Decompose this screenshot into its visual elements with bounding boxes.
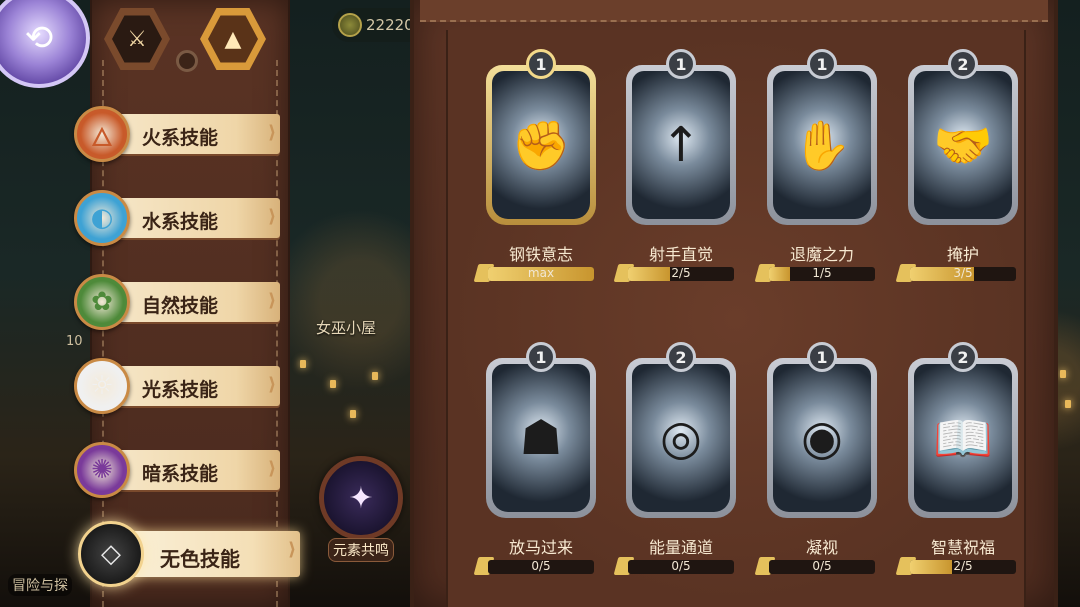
skill-panel: ✊ 1 钢铁意志 max ↑ 1 射手直觉 2/5 ✋ 1 退魔之力 1/5 🤝 2 掩护 3/5 ☗ 1 放马过来… [410, 0, 1058, 607]
resonance-label: 元素共鸣 [328, 538, 394, 562]
skill-art-icon: ✊ [492, 71, 590, 219]
element-tab-button[interactable]: ▲ [200, 7, 266, 71]
skill-name: 凝视 [805, 538, 838, 557]
skill-art-icon: ✋ [773, 71, 871, 219]
tab-separator [176, 50, 198, 72]
skill-card[interactable]: ↑ 1 射手直觉 2/5 [613, 45, 746, 285]
skill-card[interactable]: ◎ 2 能量通道 0/5 [613, 338, 746, 578]
category-label: 火系技能 [142, 127, 219, 149]
card-frame: ✋ [767, 65, 877, 225]
level-badge: 1 [666, 49, 696, 79]
progress-text: 0/5 [531, 560, 551, 573]
panel-top-bar [420, 0, 1048, 22]
skill-name: 钢铁意志 [508, 245, 573, 264]
category-icon: 🜂 [74, 106, 130, 162]
level-badge: 1 [526, 49, 556, 79]
category-icon: ◇ [78, 521, 144, 587]
card-frame: ↑ [626, 65, 736, 225]
map-count: 10 [66, 334, 83, 349]
skill-progress-bar: 1/5 [769, 267, 875, 281]
skill-card[interactable]: ✊ 1 钢铁意志 max [473, 45, 606, 285]
skill-art-icon: ↑ [632, 71, 730, 219]
resonance-icon: ✦ [319, 456, 403, 540]
progress-text: 2/5 [671, 267, 691, 280]
back-arrow-icon: ⟲ [24, 18, 54, 58]
skill-name: 退魔之力 [789, 245, 854, 264]
level-badge: 2 [948, 49, 978, 79]
skill-category-2[interactable]: 水系技能 ◐ [70, 188, 285, 248]
skill-art-icon: ◉ [773, 364, 871, 512]
level-badge: 2 [666, 342, 696, 372]
skill-art-icon: ☗ [492, 364, 590, 512]
skill-grid: ✊ 1 钢铁意志 max ↑ 1 射手直觉 2/5 ✋ 1 退魔之力 1/5 🤝 2 掩护 3/5 ☗ 1 放马过来… [446, 30, 1026, 607]
top-tabs: ⚔ ▲ [104, 6, 284, 72]
skill-art-icon: 📖 [914, 364, 1012, 512]
progress-text: 3/5 [953, 267, 973, 280]
category-label: 水系技能 [142, 211, 219, 233]
skill-card[interactable]: ☗ 1 放马过来 0/5 [473, 338, 606, 578]
card-frame: ✊ [486, 65, 596, 225]
card-frame: ☗ [486, 358, 596, 518]
skill-progress-bar: 2/5 [628, 267, 734, 281]
skill-progress-bar: 2/5 [910, 560, 1016, 574]
category-icon: ☼ [74, 358, 130, 414]
category-icon: ◐ [74, 190, 130, 246]
level-badge: 1 [807, 49, 837, 79]
progress-text: 2/5 [953, 560, 973, 573]
element-resonance-button[interactable]: ✦ 元素共鸣 [318, 456, 404, 562]
skill-progress-bar: 0/5 [488, 560, 594, 574]
adventure-label[interactable]: 冒险与探 [8, 574, 72, 596]
category-label: 暗系技能 [142, 463, 219, 485]
card-frame: ◉ [767, 358, 877, 518]
skill-category-1[interactable]: 火系技能 🜂 [70, 104, 285, 164]
sword-tab-button[interactable]: ⚔ [104, 7, 170, 71]
skill-card[interactable]: 🤝 2 掩护 3/5 [895, 45, 1028, 285]
skill-name: 智慧祝福 [930, 538, 995, 557]
skill-art-icon: ◎ [632, 364, 730, 512]
skill-progress-bar: 0/5 [628, 560, 734, 574]
category-label: 无色技能 [160, 547, 240, 571]
skill-card[interactable]: 📖 2 智慧祝福 2/5 [895, 338, 1028, 578]
skill-card[interactable]: ◉ 1 凝视 0/5 [754, 338, 887, 578]
triangle-icon: ▲ [208, 15, 258, 63]
coin-icon [338, 13, 362, 37]
skill-category-5[interactable]: 暗系技能 ✺ [70, 440, 285, 500]
category-icon: ✺ [74, 442, 130, 498]
progress-text: 1/5 [812, 267, 832, 280]
skill-category-4[interactable]: 光系技能 ☼ [70, 356, 285, 416]
skill-category-6[interactable]: 无色技能 ◇ [70, 521, 300, 587]
skill-art-icon: 🤝 [914, 71, 1012, 219]
witch-hut-label[interactable]: 女巫小屋 [316, 317, 376, 338]
skill-progress-bar: 3/5 [910, 267, 1016, 281]
category-label: 自然技能 [142, 295, 219, 317]
skill-progress-bar: 0/5 [769, 560, 875, 574]
card-frame: ◎ [626, 358, 736, 518]
skill-progress-bar: max [488, 267, 594, 281]
category-icon: ✿ [74, 274, 130, 330]
card-frame: 📖 [908, 358, 1018, 518]
progress-text: max [527, 267, 555, 280]
progress-text: 0/5 [812, 560, 832, 573]
sword-icon: ⚔ [112, 15, 162, 63]
skill-name: 掩护 [946, 245, 979, 264]
card-frame: 🤝 [908, 65, 1018, 225]
skill-card[interactable]: ✋ 1 退魔之力 1/5 [754, 45, 887, 285]
level-badge: 1 [807, 342, 837, 372]
skill-name: 射手直觉 [648, 245, 713, 264]
skill-name: 能量通道 [648, 538, 713, 557]
currency-amount: 22220 [366, 16, 414, 34]
skill-name: 放马过来 [508, 538, 573, 557]
level-badge: 1 [526, 342, 556, 372]
category-label: 光系技能 [142, 379, 219, 401]
progress-text: 0/5 [671, 560, 691, 573]
skill-category-3[interactable]: 自然技能 ✿ [70, 272, 285, 332]
level-badge: 2 [948, 342, 978, 372]
